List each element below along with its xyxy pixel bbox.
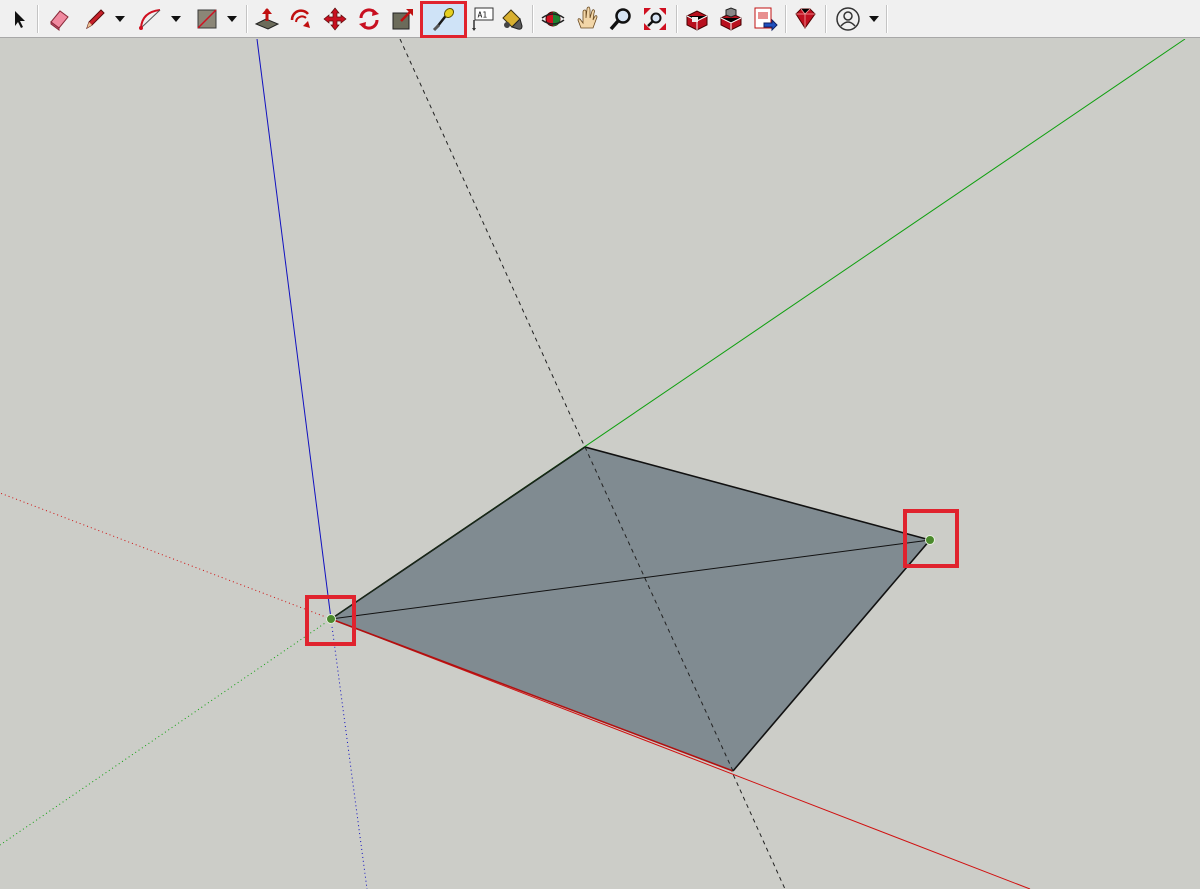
tape-measure-icon — [432, 7, 454, 31]
line-tool-dropdown[interactable] — [112, 4, 128, 34]
toolbar-separator — [886, 5, 888, 33]
arrow-icon — [15, 11, 25, 28]
selected-endpoint[interactable] — [326, 614, 336, 624]
send-to-layout-button[interactable] — [750, 4, 780, 34]
toolbar-separator — [37, 5, 39, 33]
user-icon — [836, 7, 860, 31]
paint-bucket-tool-button[interactable] — [496, 4, 526, 34]
rotate-icon — [359, 8, 379, 30]
modeling-viewport[interactable] — [0, 39, 1200, 889]
push-pull-icon — [254, 8, 280, 30]
paint-bucket-icon — [502, 9, 523, 30]
select-tool-button[interactable] — [6, 4, 30, 34]
line-tool-button[interactable] — [80, 4, 110, 34]
push-pull-tool-button[interactable] — [252, 4, 282, 34]
pan-tool-button[interactable] — [572, 4, 602, 34]
eraser-icon — [50, 10, 69, 31]
offset-tool-button[interactable] — [286, 4, 316, 34]
zoom-extents-icon — [644, 8, 666, 30]
scale-icon — [392, 9, 413, 30]
chevron-down-icon — [869, 16, 879, 22]
move-icon — [323, 7, 347, 31]
ruby-icon — [795, 8, 816, 29]
layout-icon — [754, 7, 778, 32]
zoom-extents-tool-button[interactable] — [640, 4, 670, 34]
account-dropdown[interactable] — [866, 4, 882, 34]
extension-warehouse-button[interactable] — [716, 4, 746, 34]
orbit-icon — [541, 11, 565, 27]
text-tool-button[interactable]: A1 — [470, 4, 496, 34]
text-icon: A1 — [472, 7, 494, 31]
rotate-tool-button[interactable] — [354, 4, 384, 34]
account-button[interactable] — [832, 4, 864, 34]
tape-measure-tool-button[interactable] — [420, 1, 467, 38]
warehouse-icon — [686, 10, 708, 31]
zoom-tool-button[interactable] — [606, 4, 636, 34]
eraser-tool-button[interactable] — [44, 4, 74, 34]
arc-tool-button[interactable] — [136, 4, 166, 34]
selected-endpoint[interactable] — [925, 535, 935, 545]
toolbar-separator — [785, 5, 787, 33]
arc-tool-dropdown[interactable] — [168, 4, 184, 34]
ruby-console-button[interactable] — [790, 4, 820, 34]
shape-tool-button[interactable] — [192, 4, 222, 34]
3d-warehouse-button[interactable] — [682, 4, 712, 34]
hand-icon — [577, 6, 598, 29]
pencil-icon — [86, 9, 105, 30]
chevron-down-icon — [171, 16, 181, 22]
chevron-down-icon — [115, 16, 125, 22]
move-tool-button[interactable] — [320, 4, 350, 34]
toolbar-separator — [676, 5, 678, 33]
rectangle-icon — [197, 9, 217, 29]
text-tool-glyph: A1 — [478, 11, 488, 20]
offset-icon — [290, 9, 310, 28]
orbit-tool-button[interactable] — [538, 4, 568, 34]
shape-tool-dropdown[interactable] — [224, 4, 240, 34]
main-toolbar: A1 — [0, 0, 1200, 38]
arc-icon — [139, 9, 161, 30]
extension-warehouse-icon — [720, 7, 742, 31]
scale-tool-button[interactable] — [388, 4, 418, 34]
chevron-down-icon — [227, 16, 237, 22]
toolbar-separator — [246, 5, 248, 33]
toolbar-separator — [532, 5, 534, 33]
magnifier-icon — [609, 8, 631, 31]
toolbar-separator — [825, 5, 827, 33]
